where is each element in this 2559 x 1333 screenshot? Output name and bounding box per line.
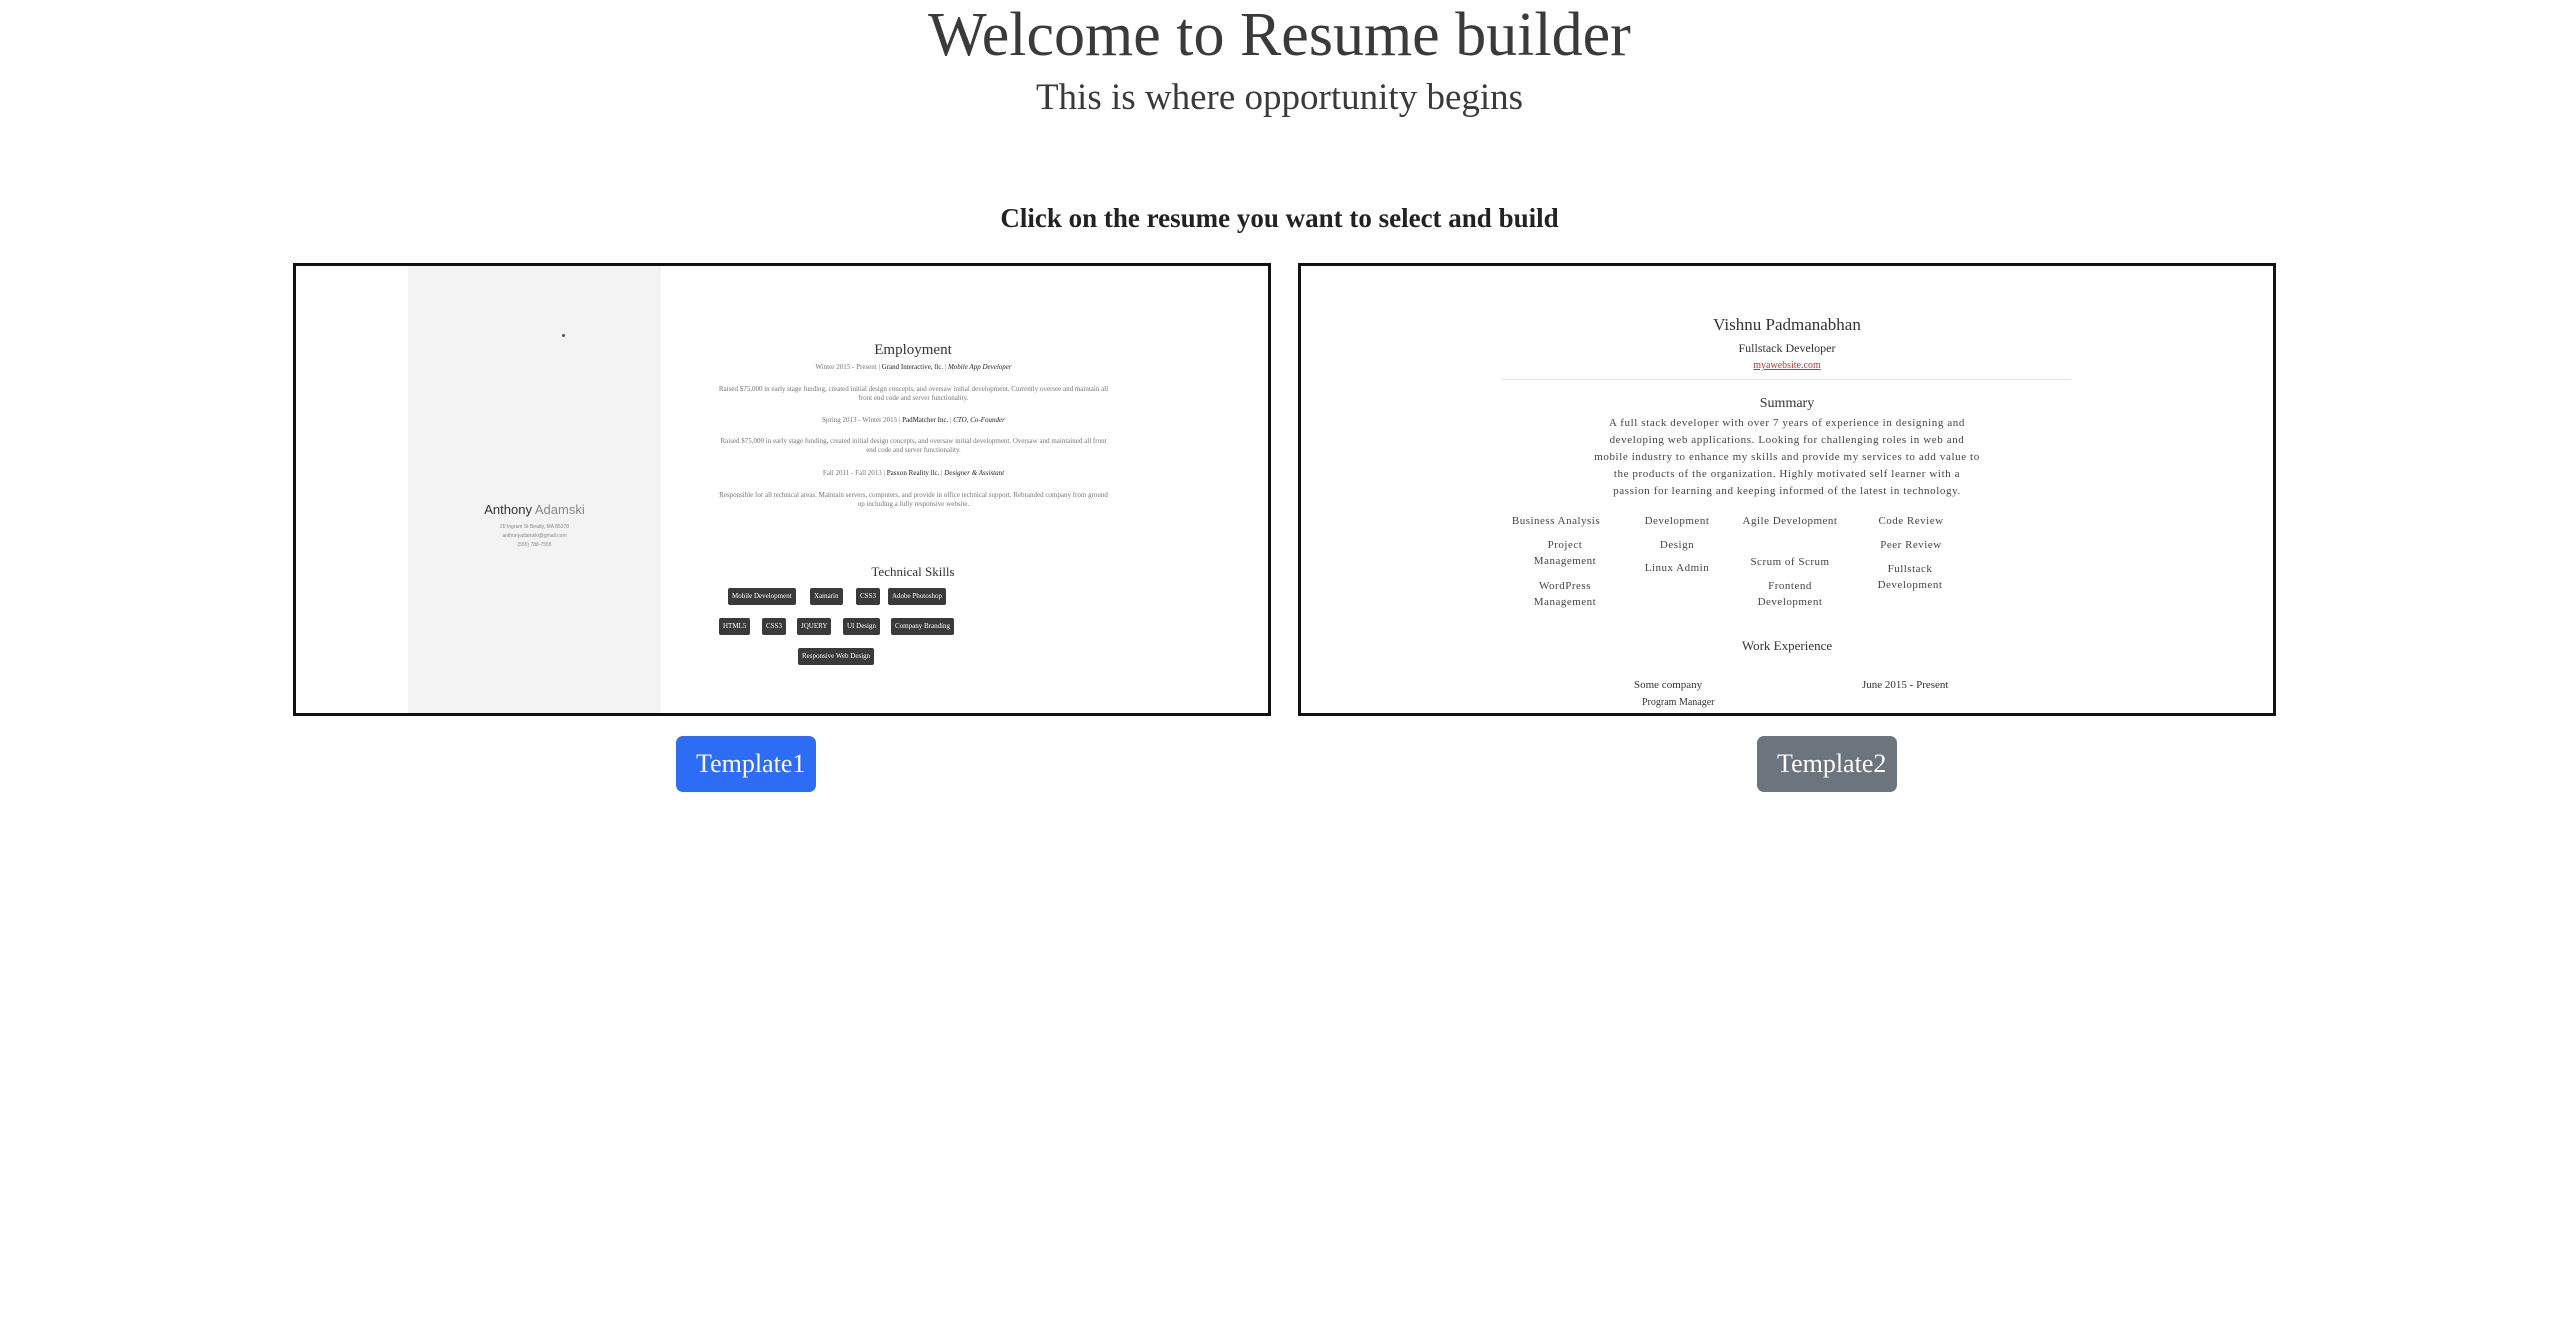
skill-chip: CSS3: [762, 618, 786, 635]
job-role: Designer & Assistant: [944, 469, 1005, 477]
skill-item: Scrum of Scrum: [1750, 556, 1830, 568]
work-dates: June 2015 - Present: [1862, 679, 1949, 691]
employment-heading: Employment: [874, 342, 952, 358]
summary-text: A full stack developer with over 7 years…: [1509, 415, 2065, 500]
skill-item: Project Management: [1533, 539, 1597, 567]
job-description: Raised $75,000 in early stage funding, c…: [718, 385, 1109, 402]
job-company: Grand Interactive, llc.: [881, 363, 944, 371]
skill-item: Fullstack Development: [1877, 563, 1943, 591]
skill-chip: HTML5: [719, 618, 751, 635]
page-title: Welcome to Resume builder: [928, 1, 1631, 69]
template1-preview-card[interactable]: Anthony Adamski 20 Ingram St Beatty, MA …: [293, 263, 1271, 716]
profile-photo-placeholder: [562, 334, 565, 337]
template1-button[interactable]: Template1: [676, 736, 816, 792]
skill-chip: UI Design: [843, 618, 880, 635]
skill-item: WordPress Management: [1533, 580, 1597, 608]
resume-sidebar: Anthony Adamski 20 Ingram St Beatty, MA …: [408, 266, 661, 713]
job-header: Spring 2013 - Winter 2015 | PadMatcher I…: [822, 416, 1005, 424]
summary-heading: Summary: [1759, 396, 1815, 411]
skill-chip: Mobile Development: [728, 588, 796, 605]
work-company: Some company: [1634, 679, 1703, 691]
skill-item: Linux Admin: [1644, 562, 1710, 574]
skill-chip: Company Branding: [891, 618, 955, 635]
resume-builder-page: Welcome to Resume builder This is where …: [0, 0, 2559, 1333]
job-period: Spring 2013 - Winter 2015: [822, 416, 898, 424]
job-description: Raised $75,000 in early stage funding, c…: [720, 437, 1107, 454]
resume-name: Vishnu Padmanabhan: [1713, 315, 1861, 334]
resume-first-name: Anthony: [484, 502, 532, 517]
job-period: Fall 2011 - Fall 2013: [822, 469, 882, 477]
summary-line: developing web applications. Looking for…: [1609, 434, 1965, 446]
skill-item: Peer Review: [1880, 539, 1942, 551]
resume-name: Anthony Adamski: [408, 502, 661, 517]
job-header: Winter 2015 - Present | Grand Interactiv…: [815, 363, 1012, 371]
skill-item: Design: [1659, 539, 1695, 551]
resume-role: Fullstack Developer: [1738, 341, 1836, 355]
skill-chip: Xamarin: [810, 588, 843, 605]
skill-item: Business Analysis: [1511, 515, 1601, 527]
job-period: Winter 2015 - Present: [815, 363, 877, 371]
work-position: Program Manager: [1642, 697, 1715, 708]
skill-chip: Responsive Web Design: [798, 648, 875, 665]
skill-chip: Adobe Photoshop: [888, 588, 946, 605]
skill-item: Code Review: [1878, 515, 1944, 527]
job-company: Pasxon Reality llc.: [886, 469, 940, 477]
job-role: Mobile App Developer: [947, 363, 1012, 371]
resume-phone: (555) 788-7555: [517, 542, 552, 548]
resume-email: anthonyadamski@gmail.com: [502, 533, 567, 539]
resume-website-link: myawebsite.com: [1753, 360, 1821, 371]
job-company: PadMatcher Inc.: [902, 416, 949, 424]
template2-preview-card[interactable]: Vishnu Padmanabhan Fullstack Developer m…: [1298, 263, 2276, 716]
instruction-text: Click on the resume you want to select a…: [1000, 203, 1559, 233]
technical-skills-heading: Technical Skills: [871, 564, 955, 579]
job-header: Fall 2011 - Fall 2013 | Pasxon Reality l…: [822, 469, 1005, 477]
summary-line: passion for learning and keeping informe…: [1613, 485, 1961, 497]
page-subtitle: This is where opportunity begins: [1035, 77, 1524, 118]
skill-chip: CSS3: [856, 588, 880, 605]
skill-item: Agile Development: [1742, 515, 1838, 527]
template2-button[interactable]: Template2: [1757, 736, 1897, 792]
summary-line: A full stack developer with over 7 years…: [1609, 417, 1965, 429]
resume-last-name: Adamski: [534, 502, 585, 517]
summary-line: mobile industry to enhance my skills and…: [1594, 451, 1980, 463]
skill-item: Development: [1644, 515, 1710, 527]
job-description: Responsible for all technical areas. Mai…: [719, 491, 1108, 508]
resume-address: 20 Ingram St Beatty, MA 85378: [499, 524, 570, 530]
skill-item: Frontend Development: [1757, 580, 1823, 608]
summary-line: the products of the organization. Highly…: [1613, 468, 1961, 480]
skill-chip: JQUERY: [797, 618, 832, 635]
work-experience-heading: Work Experience: [1741, 638, 1833, 653]
divider: [1501, 379, 2071, 380]
job-role: CTO, Co-Founder: [953, 416, 1005, 424]
